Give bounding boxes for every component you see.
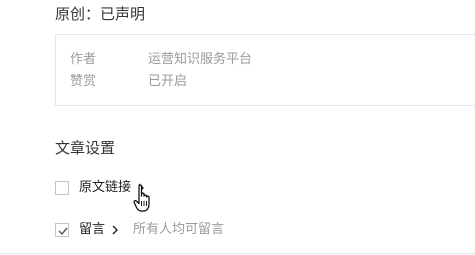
comments-option[interactable]: 留言 所有人均可留言 bbox=[55, 221, 224, 239]
reward-value: 已开启 bbox=[148, 74, 188, 89]
hand-pointer-icon bbox=[133, 184, 150, 212]
article-info-box: 作者 运营知识服务平台 赞赏 已开启 bbox=[55, 34, 475, 106]
comments-label[interactable]: 留言 bbox=[79, 221, 105, 239]
comments-checkbox[interactable] bbox=[55, 223, 69, 237]
comments-note: 所有人均可留言 bbox=[133, 222, 225, 237]
original-link-checkbox[interactable] bbox=[55, 181, 69, 195]
author-label: 作者 bbox=[70, 52, 97, 67]
original-link-label[interactable]: 原文链接 bbox=[79, 179, 131, 197]
chevron-right-icon[interactable] bbox=[111, 224, 119, 236]
article-settings-title: 文章设置 bbox=[55, 139, 116, 157]
checkmark-icon bbox=[58, 227, 68, 236]
reward-label: 赞赏 bbox=[70, 74, 97, 89]
original-link-option[interactable]: 原文链接 bbox=[55, 179, 145, 197]
bottom-divider bbox=[0, 253, 475, 254]
author-value: 运营知识服务平台 bbox=[148, 52, 253, 67]
originality-status: 原创：已声明 bbox=[55, 5, 146, 23]
